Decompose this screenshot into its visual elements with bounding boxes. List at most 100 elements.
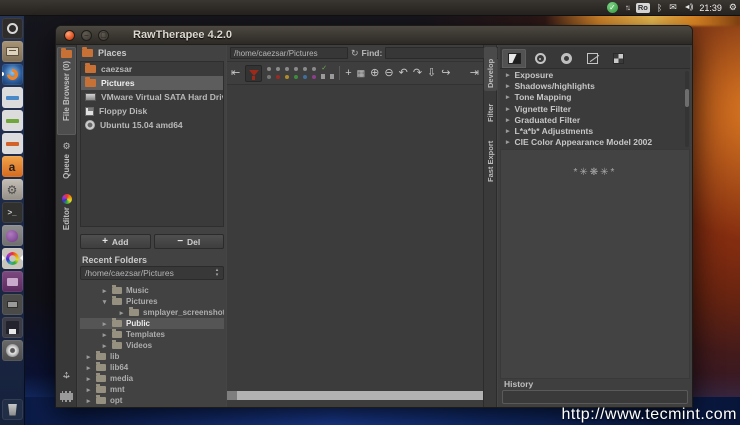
collapse-left-panel-icon[interactable]: ⇤ (231, 67, 240, 79)
tools-scrollbar[interactable] (685, 71, 689, 147)
updates-ok-icon[interactable]: ✓ (607, 2, 618, 13)
keyboard-layout-indicator[interactable]: Ro (636, 3, 650, 13)
trash-filter-icon (321, 74, 325, 79)
places-item-pictures[interactable]: Pictures (81, 76, 223, 90)
launcher-item-file-manager[interactable] (2, 41, 23, 62)
tree-item-templates[interactable]: ▸Templates (80, 329, 224, 340)
launcher-item-purple-app[interactable] (2, 271, 23, 292)
rating-color-filter-grid[interactable]: ✓ (267, 67, 334, 79)
disc-icon (85, 120, 95, 130)
launcher-item-amazon[interactable]: a (2, 156, 23, 177)
places-item-caezsar[interactable]: caezsar (81, 62, 223, 76)
file-browser-panel: ↻ Find: × ⇤ ✓ + ▦ ⊕ ⊖ ↶ ↷ ⇩ ↪ (227, 45, 484, 407)
expander-exposure[interactable]: ▸Exposure (500, 69, 690, 80)
window-close-button[interactable] (64, 30, 75, 41)
refresh-icon[interactable]: ↻ (351, 48, 359, 59)
network-arrows-icon[interactable]: ↑↓ (625, 3, 629, 12)
thumbnail-size-icon[interactable]: ▦ (357, 67, 366, 79)
software-mascot-icon (6, 230, 18, 242)
launcher-item-firefox[interactable] (2, 64, 23, 85)
tree-item-media[interactable]: ▸media (80, 373, 224, 384)
pan-crosshair-icon[interactable]: ↔↕ (59, 368, 74, 383)
expander-vignette-filter[interactable]: ▸Vignette Filter (500, 103, 690, 114)
launcher-item-system-settings[interactable]: ⚙ (2, 179, 23, 200)
window-minimize-button[interactable]: – (81, 30, 92, 41)
add-place-button[interactable]: +Add (80, 234, 151, 249)
tab-develop[interactable]: Develop (484, 47, 497, 91)
places-buttons: +Add −Del (80, 234, 224, 249)
tree-item-lib64[interactable]: ▸lib64 (80, 362, 224, 373)
clock[interactable]: 21:39 (699, 3, 722, 13)
launcher-item-libreoffice-writer[interactable] (2, 87, 23, 108)
bluetooth-icon[interactable]: ᛒ (657, 3, 662, 13)
tree-item-pictures[interactable]: ▾Pictures (80, 296, 224, 307)
launcher-item-software-mascot[interactable] (2, 225, 23, 246)
filter-toggle-button[interactable] (245, 65, 262, 82)
tab-editor[interactable]: Editor (57, 191, 76, 235)
horizontal-scrollbar[interactable] (227, 391, 483, 400)
places-item-vmware-drive[interactable]: VMware Virtual SATA Hard Drive (81, 90, 223, 104)
zoom-plus-icon[interactable]: + (345, 67, 351, 79)
redo-icon[interactable]: ↷ (413, 67, 422, 79)
tool-tab-exposure[interactable] (502, 49, 526, 68)
file-manager-icon (6, 47, 19, 56)
session-gear-icon[interactable]: ⚙ (729, 2, 737, 13)
expander-lab-adjustments[interactable]: ▸L*a*b* Adjustments (500, 125, 690, 136)
tree-item-mnt[interactable]: ▸mnt (80, 384, 224, 395)
tab-editor-label: Editor (62, 207, 71, 230)
expander-shadows-highlights[interactable]: ▸Shadows/highlights (500, 80, 690, 91)
path-input[interactable] (230, 47, 348, 59)
tool-tab-transform[interactable] (580, 49, 604, 68)
volume-icon[interactable]: ◄)) (684, 4, 693, 11)
launcher-item-libreoffice-impress[interactable] (2, 133, 23, 154)
mail-icon[interactable]: ✉ (669, 2, 677, 13)
expander-graduated-filter[interactable]: ▸Graduated Filter (500, 114, 690, 125)
launcher-item-optical-disc[interactable] (2, 340, 23, 361)
places-header-label: Places (98, 48, 127, 58)
window-titlebar[interactable]: – ▢ RawTherapee 4.2.0 (56, 26, 692, 45)
expander-cie-cam-2002[interactable]: ▸CIE Color Appearance Model 2002 (500, 137, 690, 148)
open-in-editor-icon[interactable]: ⇩ (427, 67, 436, 79)
places-item-floppy[interactable]: Floppy Disk (81, 104, 223, 118)
filmstrip-toggle-icon[interactable] (60, 391, 73, 402)
tree-item-videos[interactable]: ▸Videos (80, 340, 224, 351)
launcher-item-libreoffice-calc[interactable] (2, 110, 23, 131)
folder-icon (85, 65, 96, 73)
zoom-out-icon[interactable]: ⊖ (384, 67, 393, 79)
expander-tone-mapping[interactable]: ▸Tone Mapping (500, 92, 690, 103)
recent-folders-dropdown[interactable]: /home/caezsar/Pictures ▴▾ (80, 266, 224, 280)
launcher-item-trash[interactable] (2, 399, 23, 420)
launcher-item-floppy-drive[interactable] (2, 317, 23, 338)
window-maximize-button[interactable]: ▢ (98, 30, 109, 41)
trash-filter-icon (330, 74, 334, 79)
places-item-ubuntu-iso[interactable]: Ubuntu 15.04 amd64 (81, 118, 223, 132)
launcher-item-screenshot-tool[interactable] (2, 294, 23, 315)
folder-icon (112, 331, 122, 338)
tree-item-smplayer-screenshots[interactable]: ▸smplayer_screenshots (80, 307, 224, 318)
tab-filter[interactable]: Filter (484, 97, 497, 125)
tool-tab-raw[interactable] (606, 49, 630, 68)
folder-icon (85, 79, 96, 87)
del-place-button[interactable]: −Del (154, 234, 225, 249)
tools-tab-strip: Develop Filter Fast Export (484, 45, 497, 407)
collapse-right-panel-icon[interactable]: ⇥ (470, 67, 479, 79)
tab-file-browser[interactable]: File Browser (0) (57, 47, 76, 135)
tab-fast-export[interactable]: Fast Export (484, 131, 497, 185)
thumbnail-area[interactable] (227, 85, 483, 391)
tree-item-lib[interactable]: ▸lib (80, 351, 224, 362)
tool-tab-detail[interactable] (528, 49, 552, 68)
launcher-item-rawtherapee[interactable] (2, 248, 23, 269)
launcher-item-terminal[interactable]: >_ (2, 202, 23, 223)
tree-item-music[interactable]: ▸Music (80, 285, 224, 296)
launcher-item-ubuntu-dash[interactable] (2, 18, 23, 39)
tree-item-opt[interactable]: ▸opt (80, 395, 224, 405)
tool-tab-color[interactable] (554, 49, 578, 68)
history-list[interactable] (502, 390, 688, 404)
tab-queue[interactable]: ⚙ Queue (57, 139, 76, 187)
tree-item-public[interactable]: ▸Public (80, 318, 224, 329)
zoom-in-icon[interactable]: ⊕ (370, 67, 379, 79)
jump-icon[interactable]: ↪ (441, 67, 450, 79)
undo-icon[interactable]: ↶ (399, 67, 408, 79)
color-wheel-icon (62, 194, 72, 204)
folder-icon (96, 375, 106, 382)
